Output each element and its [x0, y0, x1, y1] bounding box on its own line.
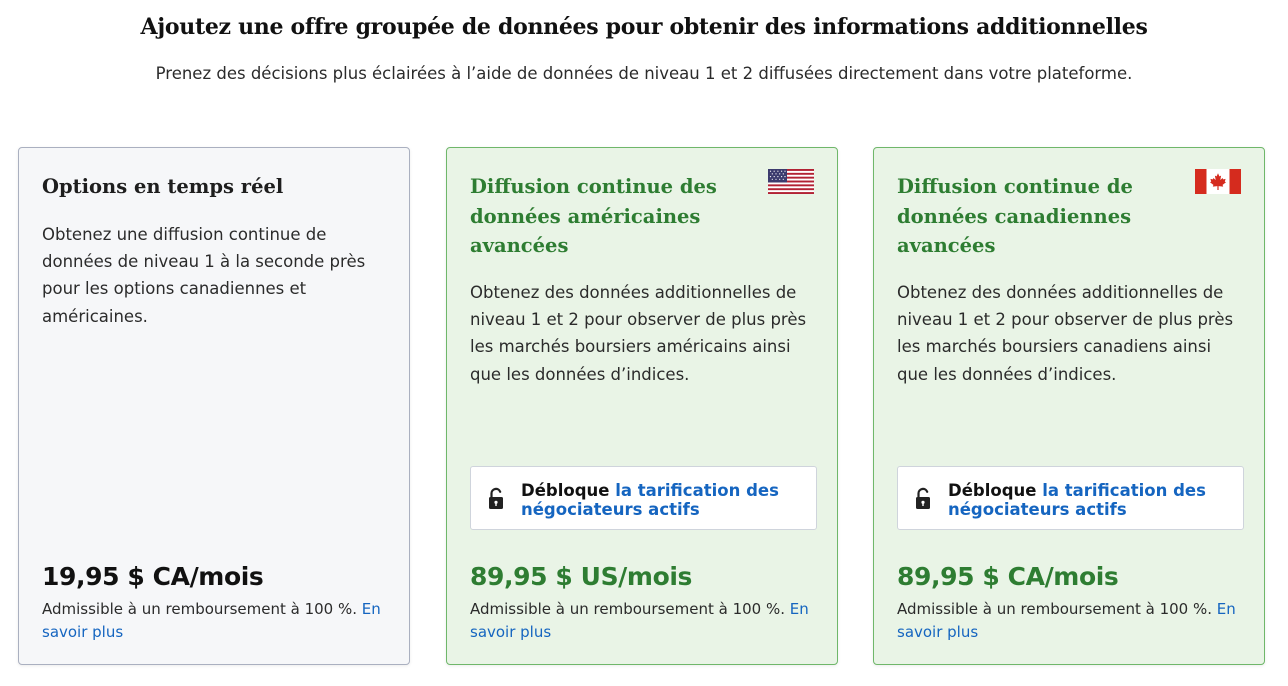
unlock-prefix: Débloque: [948, 481, 1037, 500]
card-description: Obtenez des données additionnelles de ni…: [897, 283, 1234, 384]
card-title: Diffusion continue des données américain…: [470, 175, 717, 257]
unlock-active-trader-pricing: Débloque la tarification des négociateur…: [470, 466, 817, 530]
card-title: Options en temps réel: [42, 175, 284, 198]
card-realtime-options: Options en temps réel Obtenez une diffus…: [18, 147, 410, 665]
refund-text: Admissible à un remboursement à 100 %.: [897, 600, 1212, 618]
page-subtitle: Prenez des décisions plus éclairées à l’…: [155, 64, 1133, 83]
card-price: 89,95 $ US/mois: [470, 562, 692, 591]
unlock-prefix: Débloque: [521, 481, 610, 500]
refund-note: Admissible à un remboursement à 100 %. E…: [470, 598, 815, 643]
refund-text: Admissible à un remboursement à 100 %.: [470, 600, 785, 618]
page-title: Ajoutez une offre groupée de données pou…: [140, 14, 1148, 40]
canada-flag-icon: [1195, 169, 1241, 194]
refund-note: Admissible à un remboursement à 100 %. E…: [42, 598, 387, 643]
unlock-icon: [489, 487, 503, 509]
data-bundles-page: Ajoutez une offre groupée de données pou…: [0, 0, 1288, 686]
refund-text: Admissible à un remboursement à 100 %.: [42, 600, 357, 618]
card-title: Diffusion continue de données canadienne…: [897, 175, 1133, 257]
refund-note: Admissible à un remboursement à 100 %. E…: [897, 598, 1242, 643]
card-us-advanced-data: Diffusion continue des données américain…: [446, 147, 838, 665]
unlock-icon: [916, 487, 930, 509]
card-description: Obtenez des données additionnelles de ni…: [470, 283, 807, 384]
card-description: Obtenez une diffusion continue de donnée…: [42, 225, 366, 326]
card-price: 19,95 $ CA/mois: [42, 562, 264, 591]
card-price: 89,95 $ CA/mois: [897, 562, 1119, 591]
card-canada-advanced-data: Diffusion continue de données canadienne…: [873, 147, 1265, 665]
unlock-active-trader-pricing: Débloque la tarification des négociateur…: [897, 466, 1244, 530]
us-flag-icon: [768, 169, 814, 194]
unlock-text: Débloque la tarification des négociateur…: [948, 481, 1228, 519]
unlock-text: Débloque la tarification des négociateur…: [521, 481, 801, 519]
